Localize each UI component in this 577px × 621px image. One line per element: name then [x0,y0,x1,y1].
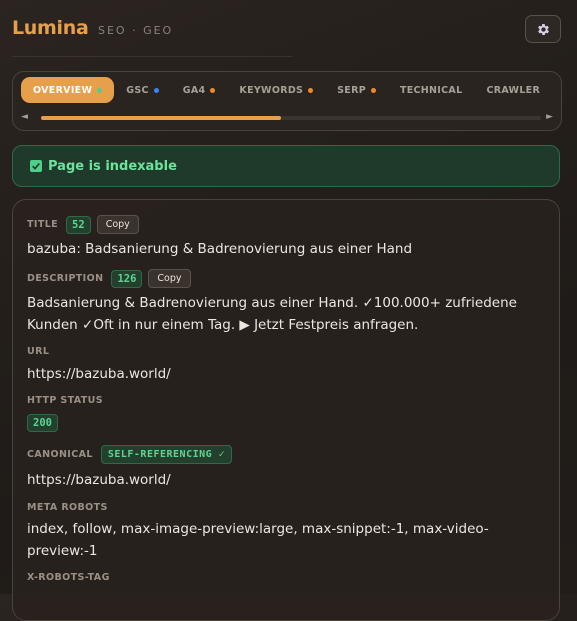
copy-title-button[interactable]: Copy [96,215,139,234]
meta-robots-value: index, follow, max-image-preview:large, … [27,521,489,559]
tab-sci[interactable]: SCI [552,77,561,103]
status-dot-icon [308,87,314,93]
meta-robots-row: META ROBOTS [27,502,108,513]
tab-gsc[interactable]: GSC [114,77,171,103]
tab-bar: OVERVIEW GSC GA4 KEYWORDS SERP TECHNICAL CRAWL… [12,71,562,131]
tab-ga4[interactable]: GA4 [171,77,228,103]
http-status-row: HTTP STATUS [27,395,103,406]
tab-label: TECHNICAL [399,84,463,96]
title-row: TITLE 52 Copy [27,215,139,234]
url-row: URL [27,346,49,357]
tab-label: GSC [126,84,149,96]
status-dot-icon [370,87,376,93]
indexable-text: Page is indexable [48,158,177,174]
tab-label: CRAWLER [486,84,541,96]
tab-scrollbar[interactable]: ◄ ► [13,110,561,126]
indexable-banner: Page is indexable [12,145,560,187]
status-dot-icon [210,87,216,93]
checkbox-check-icon [30,160,42,172]
x-robots-row: X-ROBOTS-TAG [27,572,110,583]
seo-details-card: TITLE 52 Copy bazuba: Badsanierung & Bad… [12,199,560,621]
meta-robots-label: META ROBOTS [27,502,108,513]
scroll-thumb[interactable] [41,116,281,120]
http-status-badge: 200 [27,414,58,432]
app-header: Lumina SEO · GEO [12,15,565,46]
url-value: https://bazuba.world/ [27,366,171,382]
tab-label: OVERVIEW [33,84,93,96]
description-row: DESCRIPTION 126 Copy [27,269,191,288]
tab-label: KEYWORDS [239,84,304,96]
app-logo: Lumina [12,17,89,39]
tab-technical[interactable]: TECHNICAL [388,77,474,103]
scroll-right-icon[interactable]: ► [546,112,553,122]
tab-keywords[interactable]: KEYWORDS [227,77,325,103]
status-dot-icon [97,87,103,93]
header-divider [12,56,292,57]
scroll-track[interactable] [41,116,541,120]
canonical-status-badge: SELF-REFERENCING ✓ [100,445,233,464]
http-status-label: HTTP STATUS [27,395,104,406]
canonical-value: https://bazuba.world/ [27,472,171,488]
http-status-value-row: 200 [27,414,58,432]
gear-icon [537,23,549,35]
canonical-label: CANONICAL [27,449,93,460]
status-dot-icon [153,87,159,93]
tab-crawler[interactable]: CRAWLER [474,77,552,103]
description-value: Badsanierung & Badrenovierung aus einer … [27,295,517,333]
title-value: bazuba: Badsanierung & Badrenovierung au… [27,241,413,257]
tab-overview[interactable]: OVERVIEW [21,77,115,103]
description-label: DESCRIPTION [27,273,104,284]
tab-serp[interactable]: SERP [325,77,388,103]
canonical-row: CANONICAL SELF-REFERENCING ✓ [27,445,233,464]
description-length-badge: 126 [111,269,143,288]
tab-label: GA4 [182,84,206,96]
app-subtitle: SEO · GEO [98,24,174,37]
x-robots-label: X-ROBOTS-TAG [27,572,110,583]
url-label: URL [27,346,50,357]
title-length-badge: 52 [66,215,91,234]
copy-description-button[interactable]: Copy [148,269,191,288]
settings-button[interactable] [525,15,561,43]
title-label: TITLE [27,219,59,230]
tab-label: SERP [337,84,366,96]
tab-list: OVERVIEW GSC GA4 KEYWORDS SERP TECHNICAL CRAWL… [21,77,561,103]
scroll-left-icon[interactable]: ◄ [21,112,28,122]
